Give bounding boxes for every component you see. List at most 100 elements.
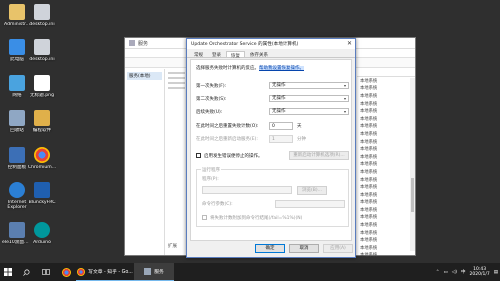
logon-as-cell: 本地系统 (360, 253, 378, 259)
desktop-icon-untitled-png[interactable]: 无标题.png (27, 75, 57, 98)
ok-button[interactable]: 确定 (255, 244, 285, 253)
restart-after-unit: 分钟 (297, 137, 306, 142)
append-fail-count-checkbox[interactable] (202, 215, 207, 220)
restart-computer-options-button[interactable]: 重新启动计算机选项(R)... (289, 151, 349, 160)
first-failure-select[interactable]: 无操作 ▾ (269, 82, 349, 89)
table-row[interactable]: 本地系统 (357, 115, 415, 123)
logon-as-cell: 本地系统 (360, 86, 378, 92)
run-program-group-title: 运行程序 (201, 167, 221, 173)
chevron-down-icon: ▾ (343, 109, 346, 114)
column-header[interactable] (357, 69, 415, 77)
table-row[interactable]: 本地系统 (357, 100, 415, 108)
restart-after-label: 在此时间之后重新启动服务(E): (196, 137, 258, 142)
start-icon[interactable] (0, 263, 16, 281)
logon-as-cell: 本地系统 (360, 192, 378, 198)
table-row[interactable]: 本地系统 (357, 107, 415, 115)
table-row[interactable]: 本地系统 (357, 85, 415, 93)
frc-icon (34, 182, 50, 198)
chrome-logo (61, 267, 71, 277)
program-input[interactable] (202, 186, 292, 194)
desktop-icon-desktop-ini-1[interactable]: desktop.ini (27, 4, 57, 27)
help-recovery-link[interactable]: 帮助我设置恢复操作。 (259, 66, 304, 71)
scrollbar-thumb[interactable] (411, 178, 414, 212)
second-failure-select[interactable]: 无操作 ▾ (269, 95, 349, 102)
ini-file-icon (34, 39, 50, 55)
chevron-up-icon[interactable]: ⌃ (436, 270, 440, 275)
chevron-down-icon: ▾ (343, 96, 346, 101)
table-row[interactable]: 本地系统 (357, 168, 415, 176)
table-row[interactable]: 本地系统 (357, 191, 415, 199)
table-row[interactable]: 本地系统 (357, 252, 415, 260)
search-icon[interactable] (16, 263, 36, 281)
logon-as-cell: 本地系统 (360, 215, 378, 221)
chrome-taskbar-icon[interactable] (56, 263, 76, 281)
table-row[interactable]: 本地系统 (357, 130, 415, 138)
table-row[interactable]: 本地系统 (357, 138, 415, 146)
image-file-icon (34, 75, 50, 91)
dialog-title-bar[interactable]: Update Orchestrator Service 的属性(本地计算机) ✕ (187, 39, 355, 49)
apply-button[interactable]: 应用(A) (323, 244, 353, 253)
desktop-icon-chromium[interactable]: Chromium... (27, 147, 57, 170)
restart-after-input[interactable]: 1 (269, 135, 293, 143)
desktop-icon-blunckyfrc[interactable]: BlunckyFRC (27, 182, 57, 205)
params-input[interactable] (275, 200, 345, 208)
vertical-scrollbar[interactable] (410, 78, 415, 251)
folder-icon (34, 110, 50, 126)
table-row[interactable]: 本地系统 (357, 229, 415, 237)
logon-as-cell: 本地系统 (360, 124, 378, 130)
volume-icon[interactable]: ◁) (452, 270, 457, 275)
logon-as-cell: 本地系统 (360, 131, 378, 137)
chrome-window-icon (77, 267, 86, 276)
tab-extended[interactable]: 扩展 (168, 243, 177, 249)
table-row[interactable]: 本地系统 (357, 183, 415, 191)
app-icon (9, 222, 25, 238)
network-tray-icon[interactable]: ▭ (444, 270, 448, 275)
second-failure-value: 无操作 (272, 96, 286, 101)
table-row[interactable]: 本地系统 (357, 199, 415, 207)
append-fail-count-label: 将失败计数附加到命令行结尾(/fail=%1%)(N) (210, 216, 303, 221)
enable-actions-checkbox[interactable] (196, 153, 201, 158)
desktop-icon-programming-software[interactable]: 编程软件 (27, 110, 57, 133)
task-view-icon[interactable] (36, 263, 56, 281)
ime-indicator[interactable]: 中 (461, 269, 466, 275)
table-row[interactable]: 本地系统 (357, 123, 415, 131)
table-row[interactable]: 本地系统 (357, 92, 415, 100)
subsequent-failure-select[interactable]: 无操作 ▾ (269, 108, 349, 115)
desktop-icon-desktop-ini-2[interactable]: desktop.ini (27, 39, 57, 62)
table-row[interactable]: 本地系统 (357, 221, 415, 229)
tree-node-services-local[interactable]: 服务(本地) (127, 72, 162, 80)
services-app-icon (129, 40, 135, 46)
desktop-icon-arduino[interactable]: Arduino (27, 222, 57, 245)
logon-as-cell: 本地系统 (360, 109, 378, 115)
intro-row: 选择服务失败时计算机的反应。帮助我设置恢复操作。 (196, 65, 304, 71)
params-label: 命令行参数(C): (202, 202, 233, 207)
tab-general[interactable]: 常规 (190, 51, 207, 58)
service-properties-dialog[interactable]: Update Orchestrator Service 的属性(本地计算机) ✕… (186, 38, 356, 258)
table-row[interactable]: 本地系统 (357, 77, 415, 85)
table-row[interactable]: 本地系统 (357, 153, 415, 161)
cancel-button[interactable]: 取消 (289, 244, 319, 253)
table-row[interactable]: 本地系统 (357, 145, 415, 153)
close-icon[interactable]: ✕ (347, 40, 352, 47)
tab-logon[interactable]: 登录 (208, 51, 225, 58)
table-row[interactable]: 本地系统 (357, 214, 415, 222)
taskbar-chrome-window[interactable]: 写文章 - 知乎 - Go... (76, 263, 134, 281)
logon-as-cell: 本地系统 (360, 177, 378, 183)
browse-button[interactable]: 浏览(B)... (297, 186, 327, 195)
chromium-icon (34, 147, 50, 163)
taskbar-services-window[interactable]: 服务 (134, 263, 174, 281)
clock[interactable]: 10:43 2020/1/7 (470, 267, 490, 278)
tab-dependencies[interactable]: 依存关系 (246, 51, 272, 58)
ini-file-icon (34, 4, 50, 20)
table-row[interactable]: 本地系统 (357, 176, 415, 184)
table-row[interactable]: 本地系统 (357, 236, 415, 244)
table-row[interactable]: 本地系统 (357, 244, 415, 252)
tab-recovery[interactable]: 恢复 (226, 51, 245, 59)
table-row[interactable]: 本地系统 (357, 206, 415, 214)
table-row[interactable]: 本地系统 (357, 161, 415, 169)
reset-count-input[interactable]: 0 (269, 122, 293, 130)
system-tray: ⌃ ▭ ◁) 中 10:43 2020/1/7 ▤ (436, 263, 498, 281)
logon-as-cell: 本地系统 (360, 139, 378, 145)
notification-icon[interactable]: ▤ (494, 270, 498, 275)
first-failure-label: 第一次失败(F): (196, 84, 227, 89)
